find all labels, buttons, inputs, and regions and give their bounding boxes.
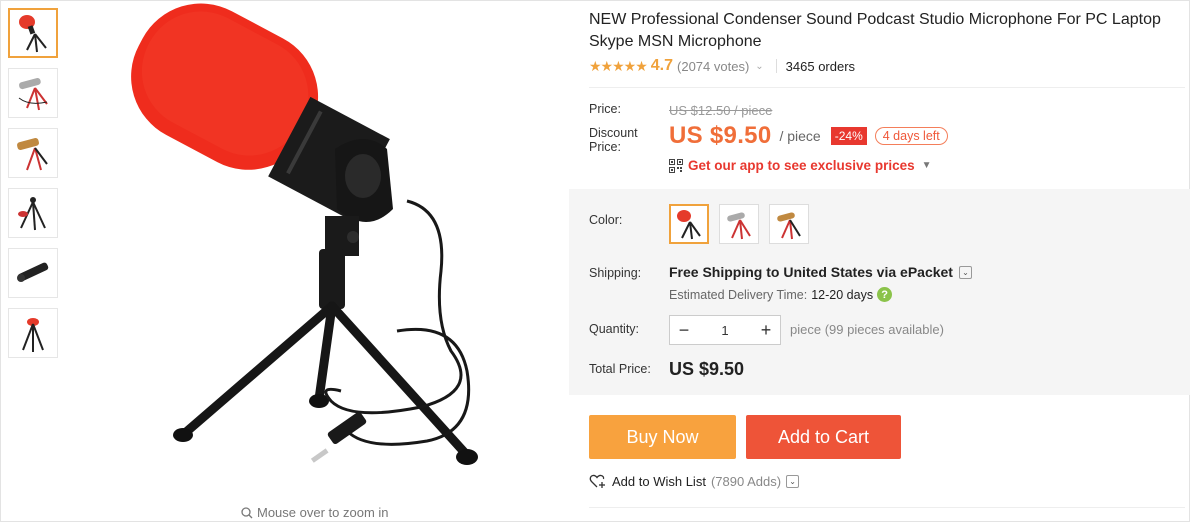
shipping-label: Shipping:	[589, 266, 642, 280]
help-icon[interactable]: ?	[877, 287, 893, 302]
color-swatches	[669, 204, 809, 244]
plus-icon[interactable]: +	[752, 316, 780, 344]
qr-code-icon	[669, 158, 683, 173]
discount-price-row: US $9.50 / piece -24% 4 days left	[669, 122, 948, 150]
shipping-method[interactable]: Free Shipping to United States via ePack…	[669, 264, 972, 280]
divider	[589, 507, 1185, 508]
thumbnail-list	[8, 8, 60, 368]
discount-price-label: Discount Price:	[589, 126, 638, 154]
votes-link[interactable]: (2074 votes)	[677, 59, 749, 74]
delivery-time-row: Estimated Delivery Time: 12-20 days ?	[669, 287, 893, 302]
magnifier-icon	[241, 506, 253, 518]
thumbnail-brown-mic[interactable]	[8, 128, 58, 178]
rating-row: ★★★★★ 4.7 (2074 votes) ⌄ 3465 orders	[589, 57, 855, 75]
quantity-label: Quantity:	[589, 322, 640, 336]
total-price-label: Total Price:	[589, 362, 651, 376]
discount-percent-badge: -24%	[830, 127, 867, 145]
heart-plus-icon	[589, 474, 605, 488]
wish-list-link[interactable]: Add to Wish List (7890 Adds) ⌄	[589, 473, 800, 489]
product-page: Mouse over to zoom in NEW Professional C…	[0, 0, 1190, 522]
quantity-input[interactable]	[698, 322, 752, 338]
wish-count: (7890 Adds)	[710, 473, 782, 489]
divider	[775, 59, 777, 73]
thumbnail-red-mic[interactable]	[8, 8, 58, 58]
original-price: US $12.50 / piece	[669, 103, 773, 118]
chevron-down-icon[interactable]: ⌄	[958, 265, 972, 279]
rating-value: 4.7	[650, 57, 674, 74]
price-label: Price:	[589, 102, 621, 116]
thumbnail-tripod[interactable]	[8, 188, 58, 238]
app-promo-link[interactable]: Get our app to see exclusive prices ▼	[669, 158, 932, 173]
color-swatch-red[interactable]	[669, 204, 709, 244]
color-swatch-brown[interactable]	[769, 204, 809, 244]
zoom-hint-text: Mouse over to zoom in	[257, 505, 389, 520]
thumbnail-stand[interactable]	[8, 308, 58, 358]
quantity-available: piece (99 pieces available)	[790, 322, 944, 337]
discount-price: US $9.50	[669, 122, 772, 149]
zoom-hint: Mouse over to zoom in	[241, 505, 389, 520]
main-product-image[interactable]	[67, 1, 567, 499]
days-left-badge: 4 days left	[874, 127, 948, 145]
product-title: NEW Professional Condenser Sound Podcast…	[589, 11, 1161, 50]
thumbnail-silver-mic[interactable]	[8, 68, 58, 118]
color-swatch-silver[interactable]	[719, 204, 759, 244]
caret-down-icon: ▼	[921, 160, 932, 171]
buy-now-button[interactable]: Buy Now	[589, 415, 736, 459]
delivery-time: 12-20 days	[811, 287, 874, 302]
shipping-method-text: Free Shipping to United States via ePack…	[669, 264, 953, 280]
divider	[589, 87, 1185, 88]
total-price: US $9.50	[669, 359, 745, 379]
star-rating-icon: ★★★★★	[589, 57, 648, 74]
color-label: Color:	[589, 213, 623, 227]
quantity-stepper: − +	[669, 315, 781, 345]
app-promo-text: Get our app to see exclusive prices	[688, 158, 915, 173]
add-to-cart-button[interactable]: Add to Cart	[746, 415, 901, 459]
thumbnail-clip[interactable]	[8, 248, 58, 298]
orders-count: 3465 orders	[785, 58, 856, 74]
wish-list-text: Add to Wish List	[612, 473, 706, 489]
delivery-label: Estimated Delivery Time:	[669, 287, 808, 302]
minus-icon[interactable]: −	[670, 316, 698, 344]
chevron-down-icon[interactable]: ⌄	[755, 61, 763, 72]
per-piece-label: / piece	[779, 128, 821, 144]
chevron-down-icon[interactable]: ⌄	[786, 474, 800, 488]
